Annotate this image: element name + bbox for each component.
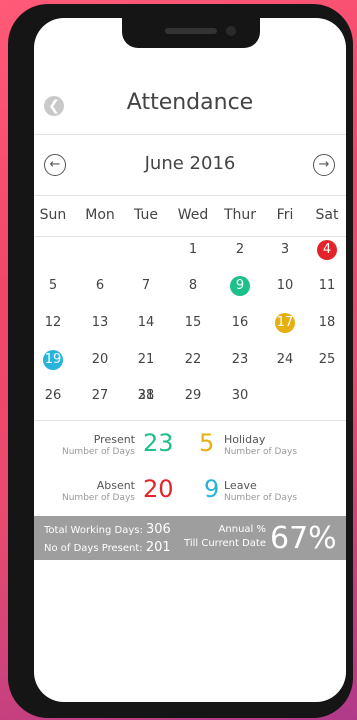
day-27[interactable]: 27: [78, 386, 122, 406]
holiday-count: 5: [199, 429, 215, 457]
day-6[interactable]: 6: [78, 276, 122, 296]
day-25[interactable]: 25: [305, 350, 346, 370]
absent-sub: Number of Days: [61, 493, 135, 503]
leave-label: Leave: [224, 479, 257, 492]
present-label: Present: [93, 433, 135, 446]
month-label: June 2016: [144, 153, 236, 174]
mute-button: [8, 96, 12, 124]
stats-footer: Total Working Days: 306 No of Days Prese…: [34, 516, 346, 560]
month-navigation: ← June 2016 →: [34, 135, 346, 196]
day-19[interactable]: 19: [43, 350, 63, 370]
day-26[interactable]: 26: [34, 386, 75, 406]
till-current-date-label: Till Current Date: [184, 538, 266, 549]
leave-count: 9: [204, 475, 220, 503]
day-30[interactable]: 30: [218, 386, 262, 406]
phone-frame: ❮ Attendance ← June 2016 → Sun Mon Tue W…: [8, 4, 353, 718]
day-18[interactable]: 18: [305, 313, 346, 333]
weekday-sat: Sat: [315, 207, 339, 223]
leave-sub: Number of Days: [224, 493, 298, 503]
total-working-days-label: Total Working Days:: [44, 525, 143, 536]
day-31[interactable]: 31: [124, 386, 168, 406]
day-8[interactable]: 8: [171, 276, 215, 296]
day-3[interactable]: 3: [263, 240, 307, 260]
day-22[interactable]: 22: [171, 350, 215, 370]
day-17[interactable]: 17: [275, 313, 295, 333]
weekday-header: Sun Mon Tue Wed Thur Fri Sat: [34, 196, 346, 237]
weekday-sun: Sun: [39, 207, 67, 223]
holiday-sub: Number of Days: [224, 447, 298, 457]
weekday-tue: Tue: [134, 207, 158, 223]
present-sub: Number of Days: [61, 447, 135, 457]
day-21[interactable]: 21: [124, 350, 168, 370]
day-2[interactable]: 2: [218, 240, 262, 260]
day-13[interactable]: 13: [78, 313, 122, 333]
page-title: Attendance: [126, 90, 254, 115]
day-20[interactable]: 20: [78, 350, 122, 370]
day-9[interactable]: 9: [230, 276, 250, 296]
app-header: ❮ Attendance: [34, 78, 346, 135]
present-count: 23: [143, 429, 174, 457]
days-present-label: No of Days Present:: [44, 543, 143, 554]
absent-label: Absent: [96, 479, 135, 492]
day-12[interactable]: 12: [34, 313, 75, 333]
total-working-days-value: 306: [146, 522, 171, 537]
holiday-label: Holiday: [224, 433, 266, 446]
day-11[interactable]: 11: [305, 276, 346, 296]
day-24[interactable]: 24: [263, 350, 307, 370]
annual-percentage: 67%: [270, 521, 337, 556]
day-10[interactable]: 10: [263, 276, 307, 296]
weekday-wed: Wed: [177, 207, 209, 223]
days-present: No of Days Present: 201: [44, 540, 171, 555]
speaker: [165, 28, 217, 34]
volume-up-button: [8, 152, 12, 200]
camera: [226, 26, 236, 36]
weekday-fri: Fri: [276, 207, 294, 223]
right-arrow-icon[interactable]: →: [313, 154, 335, 176]
app-screen: ❮ Attendance ← June 2016 → Sun Mon Tue W…: [34, 18, 346, 702]
attendance-summary: Present Number of Days 23 5 Holiday Numb…: [34, 420, 346, 517]
absent-count: 20: [143, 475, 174, 503]
total-working-days: Total Working Days: 306: [44, 522, 171, 537]
day-5[interactable]: 5: [34, 276, 75, 296]
day-29[interactable]: 29: [171, 386, 215, 406]
day-4[interactable]: 4: [317, 240, 337, 260]
notch: [122, 18, 260, 48]
day-7[interactable]: 7: [124, 276, 168, 296]
day-14[interactable]: 14: [124, 313, 168, 333]
weekday-thur: Thur: [223, 207, 257, 223]
day-16[interactable]: 16: [218, 313, 262, 333]
day-15[interactable]: 15: [171, 313, 215, 333]
volume-down-button: [8, 216, 12, 264]
days-present-value: 201: [145, 540, 171, 555]
annual-label: Annual %: [218, 524, 266, 535]
weekday-mon: Mon: [85, 207, 115, 223]
day-23[interactable]: 23: [218, 350, 262, 370]
day-1[interactable]: 1: [171, 240, 215, 260]
